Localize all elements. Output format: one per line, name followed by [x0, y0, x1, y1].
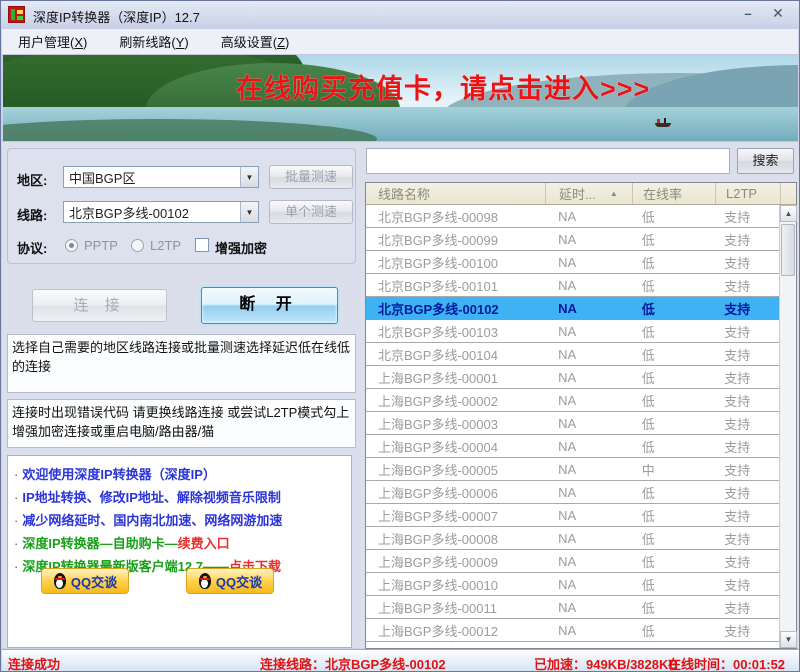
enhanced-encryption-checkbox[interactable] — [195, 238, 209, 252]
status-text: 连接成功 — [8, 654, 60, 672]
column-header-rate[interactable]: 在线率 — [633, 183, 716, 204]
column-header-l2tp[interactable]: L2TP — [716, 183, 781, 204]
minimize-button[interactable]: – — [735, 5, 761, 24]
app-icon — [8, 6, 25, 23]
table-row[interactable]: 上海BGP多线-00001NA低支持 — [366, 366, 779, 389]
table-row[interactable]: 上海BGP多线-00013NA低支持 — [366, 642, 779, 648]
line-table: 线路名称 延时... ▲ 在线率 L2TP 北京BGP多线-00098NA低支持… — [365, 182, 797, 649]
scroll-down-icon[interactable]: ▼ — [780, 631, 797, 648]
notice-box: ·欢迎使用深度IP转换器（深度IP）·IP地址转换、修改IP地址、解除视频音乐限… — [7, 455, 352, 648]
protocol-label: 协议: — [17, 238, 47, 257]
table-row[interactable]: 上海BGP多线-00012NA低支持 — [366, 619, 779, 642]
pptp-radio[interactable] — [65, 239, 78, 252]
qq-chat-label: QQ交谈 — [71, 572, 117, 591]
table-row[interactable]: 北京BGP多线-00100NA低支持 — [366, 251, 779, 274]
table-row[interactable]: 上海BGP多线-00006NA低支持 — [366, 481, 779, 504]
menu-item[interactable]: 刷新线路(Y) — [109, 29, 198, 54]
scroll-up-icon[interactable]: ▲ — [780, 205, 797, 222]
chevron-down-icon[interactable]: ▼ — [240, 202, 258, 222]
notice-item: ·减少网络延时、国内南北加速、网络网游加速 — [8, 509, 351, 532]
window-title: 深度IP转换器（深度IP）12.7 — [33, 7, 200, 26]
status-online-time: 在线时间：00:01:52 — [668, 654, 785, 672]
region-label: 地区: — [17, 170, 47, 189]
disconnect-button[interactable]: 断 开 — [201, 287, 338, 324]
table-row[interactable]: 北京BGP多线-00103NA低支持 — [366, 320, 779, 343]
line-select-value: 北京BGP多线-00102 — [64, 203, 240, 222]
menu-item[interactable]: 高级设置(Z) — [211, 29, 300, 54]
table-row[interactable]: 上海BGP多线-00005NA中支持 — [366, 458, 779, 481]
table-row[interactable]: 北京BGP多线-00098NA低支持 — [366, 205, 779, 228]
region-select[interactable]: 中国BGP区 ▼ — [63, 166, 259, 188]
scrollbar-thumb[interactable] — [781, 224, 795, 276]
title-bar[interactable]: 深度IP转换器（深度IP）12.7 – ✕ — [1, 1, 800, 29]
status-connected-line: 连接线路：北京BGP多线-00102 — [260, 654, 446, 672]
table-row[interactable]: 上海BGP多线-00009NA低支持 — [366, 550, 779, 573]
ad-banner[interactable]: 在线购买充值卡，请点击进入>>> — [3, 55, 798, 141]
qq-penguin-icon — [53, 573, 67, 590]
status-speed: 已加速：949KB/3828KB — [534, 654, 678, 672]
region-select-value: 中国BGP区 — [64, 168, 240, 187]
app-window: 深度IP转换器（深度IP）12.7 – ✕ 用户管理(X) 刷新线路(Y) 高级设置… — [0, 0, 800, 672]
pptp-radio-label: PPTP — [84, 238, 118, 253]
table-header: 线路名称 延时... ▲ 在线率 L2TP — [366, 183, 796, 205]
connect-button[interactable]: 连 接 — [32, 289, 167, 322]
table-body: 北京BGP多线-00098NA低支持北京BGP多线-00099NA低支持北京BG… — [366, 205, 779, 648]
single-speedtest-button[interactable]: 单个测速 — [269, 200, 353, 224]
notice-item: ·深度IP转换器—自助购卡—续费入口 — [8, 532, 351, 555]
menu-bar: 用户管理(X) 刷新线路(Y) 高级设置(Z) — [2, 29, 798, 55]
status-bar: 连接成功 连接线路：北京BGP多线-00102 已加速：949KB/3828KB… — [2, 649, 799, 672]
table-row[interactable]: 上海BGP多线-00007NA低支持 — [366, 504, 779, 527]
ad-banner-text[interactable]: 在线购买充值卡，请点击进入>>> — [236, 67, 650, 106]
tip-select-line: 选择自己需要的地区线路连接或批量测速选择延迟低在线低的连接 — [7, 334, 356, 393]
qq-chat-label: QQ交谈 — [216, 572, 262, 591]
table-row[interactable]: 北京BGP多线-00099NA低支持 — [366, 228, 779, 251]
l2tp-radio[interactable] — [131, 239, 144, 252]
vertical-scrollbar[interactable]: ▲ ▼ — [779, 205, 796, 648]
chevron-down-icon[interactable]: ▼ — [240, 167, 258, 187]
notice-item: ·欢迎使用深度IP转换器（深度IP） — [8, 463, 351, 486]
line-label: 线路: — [17, 205, 47, 224]
qq-penguin-icon — [198, 573, 212, 590]
table-row[interactable]: 上海BGP多线-00003NA低支持 — [366, 412, 779, 435]
table-row[interactable]: 上海BGP多线-00004NA低支持 — [366, 435, 779, 458]
column-header-name[interactable]: 线路名称 — [366, 183, 546, 204]
close-icon[interactable]: ✕ — [765, 5, 791, 24]
column-header-delay[interactable]: 延时... ▲ — [546, 183, 633, 204]
table-row[interactable]: 上海BGP多线-00011NA低支持 — [366, 596, 779, 619]
menu-item[interactable]: 用户管理(X) — [8, 29, 97, 54]
table-row-selected[interactable]: 北京BGP多线-00102NA低支持 — [366, 297, 779, 320]
table-row[interactable]: 北京BGP多线-00101NA低支持 — [366, 274, 779, 297]
enhanced-encryption-label: 增强加密 — [215, 238, 267, 257]
notice-link[interactable]: 续费入口 — [178, 536, 230, 551]
qq-chat-button[interactable]: QQ交谈 — [186, 568, 274, 594]
table-row[interactable]: 上海BGP多线-00002NA低支持 — [366, 389, 779, 412]
search-input[interactable] — [366, 148, 730, 174]
search-button[interactable]: 搜索 — [737, 148, 794, 174]
table-row[interactable]: 上海BGP多线-00010NA低支持 — [366, 573, 779, 596]
sort-ascending-icon: ▲ — [610, 189, 618, 198]
connection-settings-group: 地区: 中国BGP区 ▼ 批量测速 线路: 北京BGP多线-00102 ▼ 单个… — [7, 148, 356, 264]
line-select[interactable]: 北京BGP多线-00102 ▼ — [63, 201, 259, 223]
tip-error-help: 连接时出现错误代码 请更换线路连接 或尝试L2TP模式勾上增强加密连接或重启电脑… — [7, 399, 356, 448]
banner-boat — [655, 123, 671, 127]
l2tp-radio-label: L2TP — [150, 238, 181, 253]
batch-speedtest-button[interactable]: 批量测速 — [269, 165, 353, 189]
qq-chat-button[interactable]: QQ交谈 — [41, 568, 129, 594]
main-content: 地区: 中国BGP区 ▼ 批量测速 线路: 北京BGP多线-00102 ▼ 单个… — [2, 141, 799, 648]
table-row[interactable]: 上海BGP多线-00008NA低支持 — [366, 527, 779, 550]
notice-list: ·欢迎使用深度IP转换器（深度IP）·IP地址转换、修改IP地址、解除视频音乐限… — [8, 456, 351, 578]
table-row[interactable]: 北京BGP多线-00104NA低支持 — [366, 343, 779, 366]
notice-item: ·IP地址转换、修改IP地址、解除视频音乐限制 — [8, 486, 351, 509]
